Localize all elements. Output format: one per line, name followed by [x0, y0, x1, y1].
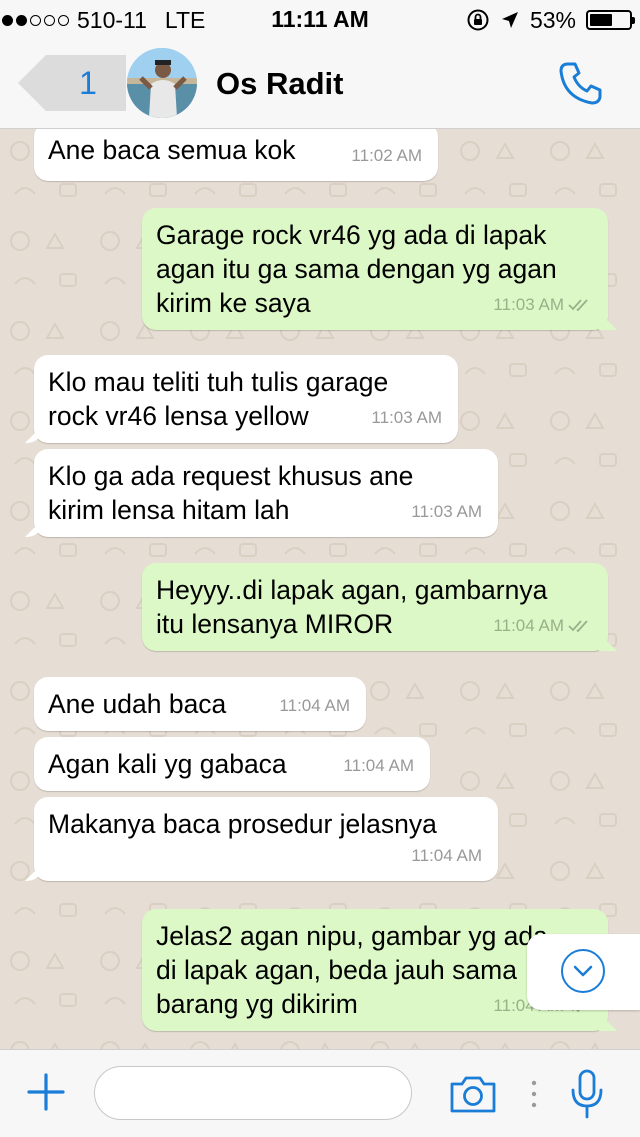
message-bubble[interactable]: Klo ga ada request khusus ane kirim lens… [34, 449, 498, 537]
read-ticks-icon [568, 620, 588, 633]
camera-icon[interactable] [448, 1074, 498, 1114]
message-bubble[interactable]: Ane udah baca 11:04 AM [34, 677, 366, 731]
message-time: 11:02 AM [351, 146, 422, 165]
message-time: 11:03 AM [371, 408, 442, 427]
message-bubble[interactable]: Agan kali yg gabaca 11:04 AM [34, 737, 430, 791]
phone-icon[interactable] [556, 58, 606, 108]
plus-icon[interactable] [26, 1072, 66, 1112]
chat-header: 1 Os Radit [0, 40, 640, 129]
battery-icon [586, 10, 635, 30]
status-bar: 510-11 LTE 11:11 AM 53% [0, 0, 640, 40]
contact-photo [127, 48, 197, 118]
unread-count: 1 [79, 65, 97, 101]
contact-name[interactable]: Os Radit [216, 66, 343, 102]
message-bubble[interactable]: Makanya baca prosedur jelasnya 11:04 AM [34, 797, 498, 881]
message-time: 11:04 AM [411, 846, 482, 865]
back-button[interactable]: 1 [18, 55, 126, 111]
scroll-to-bottom-button[interactable] [527, 934, 640, 1010]
battery-percent: 53% [529, 6, 576, 33]
more-options-icon[interactable] [531, 1080, 537, 1108]
message-list[interactable]: Ane baca semua kok 11:02 AM Garage rock … [0, 129, 640, 1049]
message-time: 11:04 AM [343, 756, 414, 775]
message-text: Garage rock vr46 yg ada di lapak [156, 220, 547, 250]
location-arrow-icon [501, 12, 518, 28]
message-bubble[interactable]: Heyyy..di lapak agan, gambarnya itu lens… [142, 563, 608, 651]
avatar[interactable] [127, 48, 197, 118]
message-text: Heyyy..di lapak agan, gambarnya [156, 575, 548, 605]
microphone-icon[interactable] [568, 1068, 606, 1120]
read-ticks-icon [568, 299, 588, 312]
message-bubble[interactable]: Garage rock vr46 yg ada di lapak agan it… [142, 208, 608, 330]
message-bubble[interactable]: Klo mau teliti tuh tulis garage rock vr4… [34, 355, 458, 443]
rotation-lock-icon [467, 9, 489, 31]
message-text: agan itu ga sama dengan yg agan [156, 254, 557, 284]
chevron-down-icon [561, 949, 605, 993]
message-input[interactable] [94, 1066, 412, 1120]
message-bubble[interactable]: Ane baca semua kok 11:02 AM [34, 129, 438, 181]
message-text: Klo ga ada request khusus ane [48, 461, 414, 491]
message-text: Makanya baca prosedur jelasnya [48, 809, 437, 839]
message-composer [0, 1049, 640, 1137]
message-time: 11:03 AM [411, 502, 482, 521]
message-time: 11:04 AM [493, 616, 564, 635]
message-time: 11:04 AM [279, 696, 350, 715]
message-text: Klo mau teliti tuh tulis garage [48, 367, 389, 397]
status-right: 53% [466, 6, 635, 34]
message-time: 11:03 AM [493, 295, 564, 314]
